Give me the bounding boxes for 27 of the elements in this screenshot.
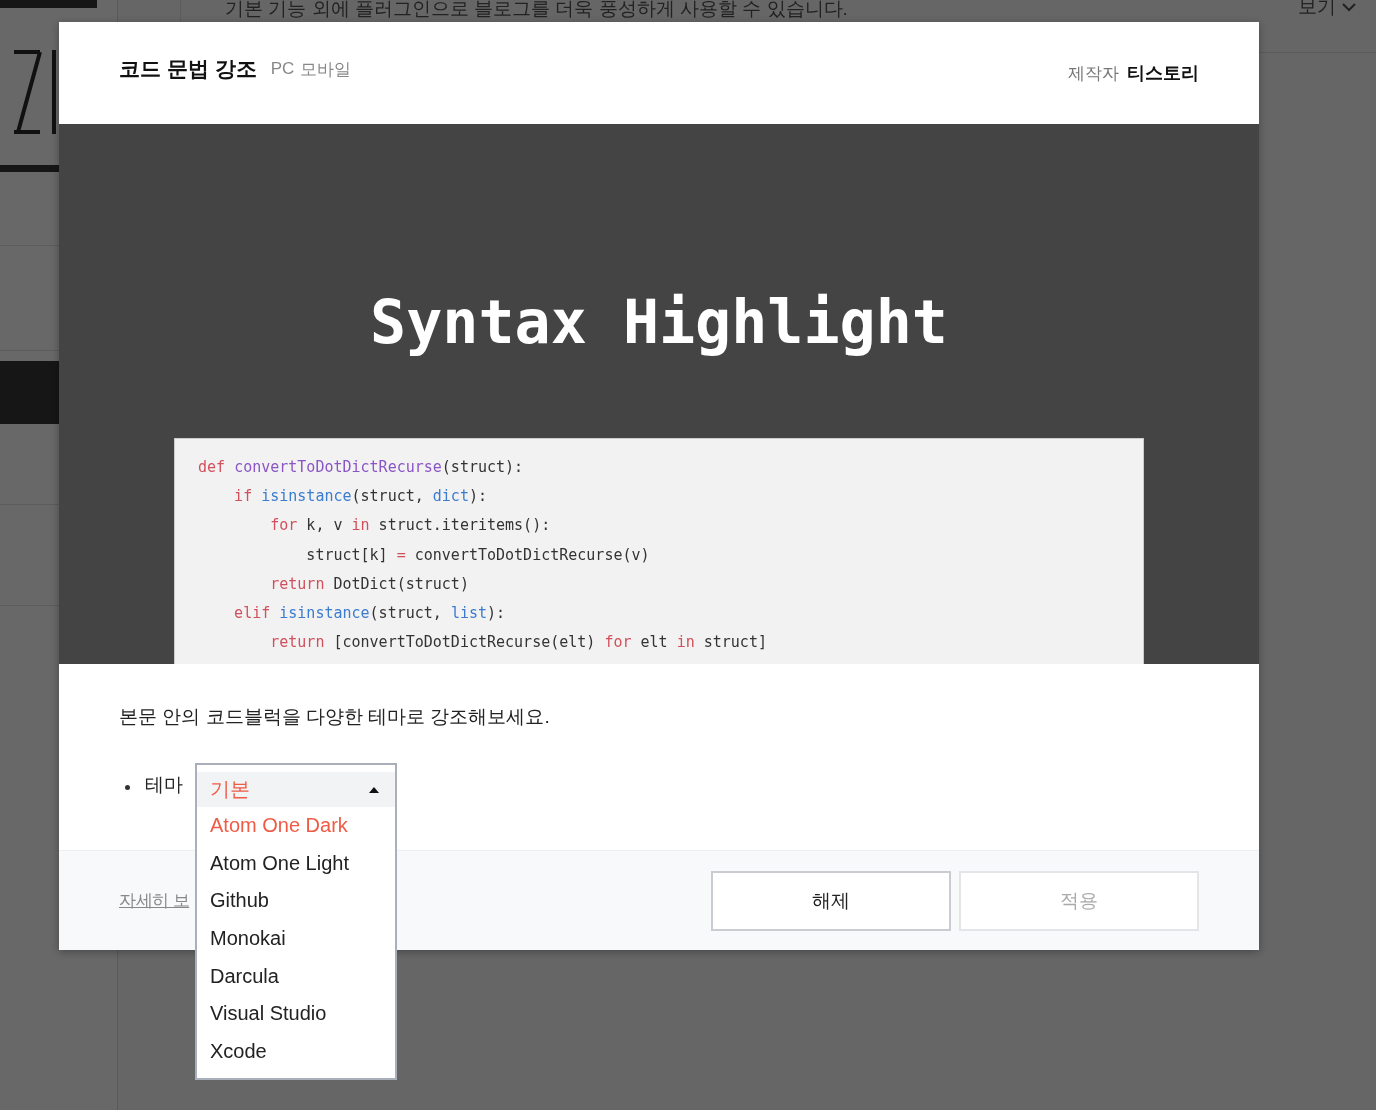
theme-option[interactable]: Darcula [197,957,292,995]
platform-label: 모바일 [300,58,352,81]
bullet-icon [125,784,130,790]
disable-button[interactable]: 해제 [711,870,951,931]
theme-label: 테마 [145,773,183,797]
page-description: 기본 기능 외에 플러그인으로 블로그를 더욱 풍성하게 사용할 수 있습니다. [225,0,849,21]
code-line: def convertToDotDictRecurse(struct): [198,457,524,478]
code-line: return DotDict(struct) [269,573,469,595]
caret-icon [369,786,379,793]
plugin-description: 본문 안의 코드블럭을 다양한 테마로 강조해보세요. [119,705,551,729]
theme-dropdown[interactable]: 기본 Atom One Dark Atom One Light Github Monokai Darcula Visual Studio Xcode [195,763,397,1081]
code-line: elif isinstance(struct, list): [233,603,506,624]
author-name: 티스토리 [1127,62,1199,85]
dialog-title: 코드 문법 강조 [119,56,257,82]
theme-option[interactable]: Github [197,882,282,920]
code-line: struct[k] = convertToDotDictRecurse(v) [305,544,650,566]
details-link[interactable]: 자세히 보 [119,889,190,912]
chevron-down-icon [1342,2,1356,12]
theme-option[interactable]: Monokai [197,919,299,958]
code-line: return [convertToDotDictRecurse(elt) for elt in struct] [269,632,767,654]
code-line: if isinstance(struct, dict): [233,486,487,508]
theme-option[interactable]: Visual Studio [197,994,340,1033]
code-line: for k, v in struct.iteritems(): [269,515,551,537]
author-label: 제작자 [1068,62,1119,85]
theme-option[interactable]: Xcode [197,1032,280,1071]
theme-option[interactable]: Atom One Light [197,844,362,883]
platform-label: PC [270,59,295,79]
